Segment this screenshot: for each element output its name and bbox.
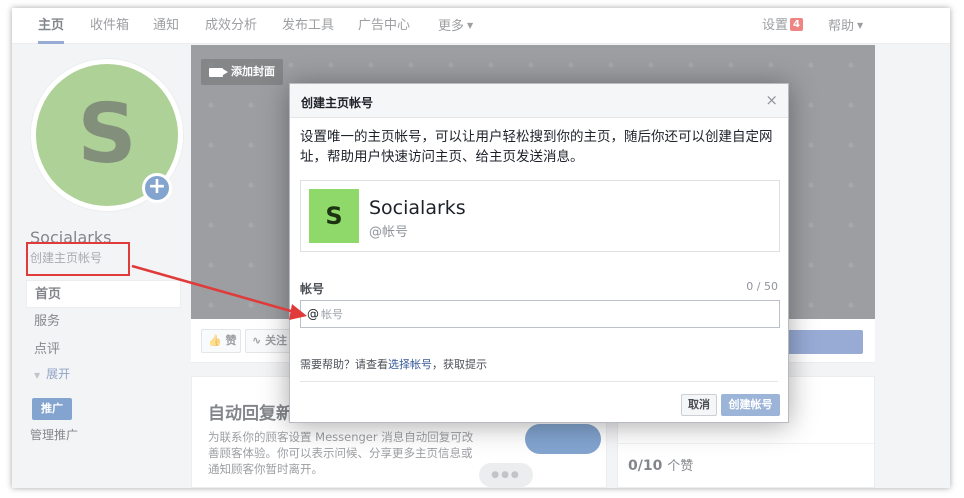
preview-page-name: Socialarks (369, 197, 466, 219)
character-count: 0 / 50 (746, 280, 778, 293)
dialog-title: 创建主页帐号 (301, 96, 374, 110)
handle-preview-card: S Socialarks @帐号 (300, 180, 780, 252)
choose-handle-link[interactable]: 选择帐号 (388, 358, 432, 371)
annotation-highlight-box (26, 242, 130, 276)
screenshot-frame: 主页 收件箱 通知 成效分析 发布工具 广告中心 更多 ▼ 设置 4 帮助 ▼ S +… (0, 0, 964, 498)
close-icon[interactable]: × (765, 92, 778, 108)
handle-field[interactable]: @ (300, 300, 780, 328)
handle-prefix: @ (307, 307, 319, 321)
create-handle-dialog: 创建主页帐号 × 设置唯一的主页帐号，可以让用户轻松搜到你的主页，随后你还可以创… (289, 83, 789, 423)
preview-thumbnail: S (309, 189, 359, 243)
help-suffix: ，获取提示 (432, 358, 487, 371)
help-text: 需要帮助？请查看选择帐号，获取提示 (300, 356, 487, 372)
preview-handle: @帐号 (369, 225, 409, 240)
dialog-header: 创建主页帐号 × (290, 84, 788, 118)
create-handle-button[interactable]: 创建帐号 (721, 394, 780, 416)
dialog-intro-text: 设置唯一的主页帐号，可以让用户轻松搜到你的主页，随后你还可以创建自定网址，帮助用… (300, 129, 773, 165)
handle-field-label: 帐号 (300, 282, 325, 296)
help-prefix: 需要帮助？请查看 (300, 358, 388, 371)
cancel-button[interactable]: 取消 (681, 394, 717, 416)
dialog-footer-divider (300, 381, 778, 382)
handle-input[interactable] (321, 305, 761, 323)
facebook-page: 主页 收件箱 通知 成效分析 发布工具 广告中心 更多 ▼ 设置 4 帮助 ▼ S +… (12, 8, 950, 488)
